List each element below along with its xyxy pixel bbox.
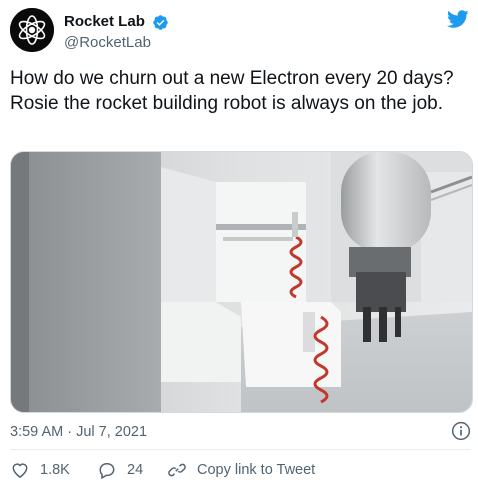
author-handle[interactable]: @RocketLab <box>64 33 169 53</box>
author-display-name[interactable]: Rocket Lab <box>64 12 145 32</box>
tweet-text: How do we churn out a new Electron every… <box>10 68 454 114</box>
tweet-video[interactable] <box>10 151 473 413</box>
link-icon <box>168 463 186 477</box>
copy-link-label: Copy link to Tweet <box>197 462 316 478</box>
rocket-lab-logo-icon <box>10 8 54 52</box>
divider <box>10 449 471 450</box>
tweet-header: Rocket Lab @RocketLab <box>10 8 470 58</box>
tweet-card[interactable]: Rocket Lab @RocketLab How do we churn ou… <box>0 0 478 487</box>
avatar[interactable] <box>10 8 54 52</box>
copy-link-button[interactable]: Copy link to Tweet <box>167 458 315 482</box>
twitter-bird-icon[interactable] <box>446 8 470 30</box>
reply-count: 24 <box>127 462 144 478</box>
info-icon[interactable] <box>451 421 471 441</box>
verified-badge-icon <box>153 14 169 30</box>
video-still-image <box>11 152 472 412</box>
tweet-timestamp[interactable]: 3:59 AM · Jul 7, 2021 <box>10 424 147 440</box>
like-count: 1.8K <box>40 462 70 478</box>
like-button[interactable]: 1.8K <box>10 458 70 482</box>
heart-icon <box>12 463 28 478</box>
tweet-meta: 3:59 AM · Jul 7, 2021 <box>10 421 471 443</box>
author-names: Rocket Lab @RocketLab <box>64 12 169 53</box>
reply-bubble-icon <box>99 463 115 480</box>
reply-button[interactable]: 24 <box>97 458 143 482</box>
tweet-actions: 1.8K 24 Copy link to Tweet <box>10 458 470 482</box>
